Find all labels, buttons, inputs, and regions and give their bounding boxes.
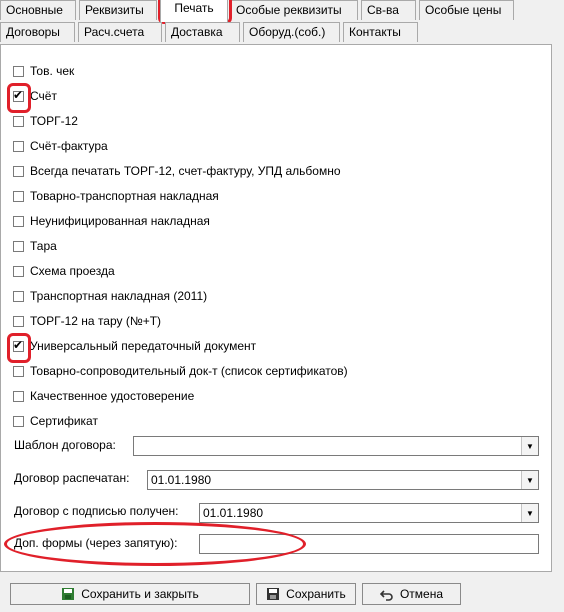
checkbox-certificate-list[interactable]: Товарно-сопроводительный док-т (список с… [13,362,348,380]
checkbox-nonunified-invoice[interactable]: Неунифицированная накладная [13,212,210,230]
tab-dostavka[interactable]: Доставка [165,22,240,42]
checkbox-box[interactable] [13,140,24,152]
cancel-label: Отмена [399,587,444,601]
checkbox-label: Качественное удостоверение [30,389,195,403]
tab-dogovory[interactable]: Договоры [0,22,75,42]
checkbox-box[interactable] [13,115,24,127]
checkbox-transport-invoice-2011[interactable]: Транспортная накладная (2011) [13,287,207,305]
template-label: Шаблон договора: [14,438,116,452]
tab-row-2: Договоры Расч.счета Доставка Оборуд.(соб… [0,22,552,44]
checkbox-box[interactable] [13,240,24,252]
tab-osnovnye[interactable]: Основные [0,0,76,20]
checkbox-certificate[interactable]: Сертификат [13,412,98,430]
checkbox-label: Счёт-фактура [30,139,108,153]
checkbox-schet-faktura[interactable]: Счёт-фактура [13,137,108,155]
checkbox-box[interactable] [13,315,24,327]
template-combobox[interactable]: ▼ [133,436,539,456]
checkbox-label: Счёт [30,89,57,103]
checkbox-label: Сертификат [30,414,98,428]
checkmark-icon: ✔ [13,337,24,352]
checkbox-route-scheme[interactable]: Схема проезда [13,262,115,280]
checkbox-label: Тара [30,239,57,253]
chevron-down-icon[interactable]: ▼ [521,471,538,489]
extra-forms-label: Доп. формы (через запятую): [14,536,178,550]
checkbox-always-landscape[interactable]: Всегда печатать ТОРГ-12, счет-фактуру, У… [13,162,341,180]
checkbox-tara[interactable]: Тара [13,237,57,255]
floppy-disk-icon [266,587,280,601]
checkbox-quality-certificate[interactable]: Качественное удостоверение [13,387,194,405]
tab-rasch-scheta[interactable]: Расч.счета [78,22,162,42]
checkbox-label: Универсальный передаточный документ [30,339,257,353]
checkbox-box[interactable] [13,190,24,202]
checkbox-label: ТОРГ-12 [30,114,78,128]
signed-date-combobox[interactable]: 01.01.1980 ▼ [199,503,539,523]
checkbox-box[interactable] [13,265,24,277]
checkbox-upd[interactable]: ✔ Универсальный передаточный документ [13,337,256,355]
tab-osobye-ceny[interactable]: Особые цены [419,0,514,20]
checkbox-label: Товарно-транспортная накладная [30,189,219,203]
checkbox-schet[interactable]: ✔ Счёт [13,87,57,105]
print-settings-panel [0,44,552,572]
cancel-button[interactable]: Отмена [362,583,461,605]
checkbox-box[interactable]: ✔ [13,87,24,102]
signed-date-value: 01.01.1980 [203,506,264,520]
checkbox-box[interactable]: ✔ [13,337,24,352]
checkbox-label: Транспортная накладная (2011) [30,289,208,303]
checkbox-label: Неунифицированная накладная [30,214,210,228]
checkbox-torg-12-tara[interactable]: ТОРГ-12 на тару (№+Т) [13,312,161,330]
tab-rekvizity[interactable]: Реквизиты [79,0,157,20]
checkbox-tov-chek[interactable]: Тов. чек [13,62,74,80]
checkbox-ttn[interactable]: Товарно-транспортная накладная [13,187,219,205]
tab-row-1: Основные Реквизиты Печать Особые реквизи… [0,0,552,22]
checkbox-box[interactable] [13,415,24,427]
checkbox-box[interactable] [13,290,24,302]
tab-kontakty[interactable]: Контакты [343,22,418,42]
extra-forms-input[interactable] [199,534,539,554]
tab-oborud[interactable]: Оборуд.(соб.) [243,22,340,42]
checkbox-torg-12[interactable]: ТОРГ-12 [13,112,78,130]
save-and-close-label: Сохранить и закрыть [81,587,199,601]
checkbox-box[interactable] [13,65,24,77]
undo-icon [379,587,394,601]
checkbox-label: Тов. чек [30,64,75,78]
checkbox-box[interactable] [13,365,24,377]
tab-osobye-rekvizity[interactable]: Особые реквизиты [230,0,358,20]
save-button[interactable]: Сохранить [256,583,356,605]
save-label: Сохранить [286,587,346,601]
checkmark-icon: ✔ [13,87,24,102]
checkbox-label: Схема проезда [30,264,115,278]
tab-sv-va[interactable]: Св-ва [361,0,416,20]
checkbox-box[interactable] [13,390,24,402]
printed-date-value: 01.01.1980 [151,473,212,487]
checkbox-label: Товарно-сопроводительный док-т (список с… [30,364,348,378]
checkbox-box[interactable] [13,215,24,227]
save-close-icon [61,587,75,601]
checkbox-label: Всегда печатать ТОРГ-12, счет-фактуру, У… [30,164,341,178]
chevron-down-icon[interactable]: ▼ [521,504,538,522]
printed-label: Договор распечатан: [14,471,130,485]
save-and-close-button[interactable]: Сохранить и закрыть [10,583,250,605]
checkbox-label: ТОРГ-12 на тару (№+Т) [30,314,162,328]
signed-label: Договор с подписью получен: [14,504,179,518]
printed-date-combobox[interactable]: 01.01.1980 ▼ [147,470,539,490]
tab-pechat[interactable]: Печать [160,0,228,22]
checkbox-box[interactable] [13,165,24,177]
chevron-down-icon[interactable]: ▼ [521,437,538,455]
